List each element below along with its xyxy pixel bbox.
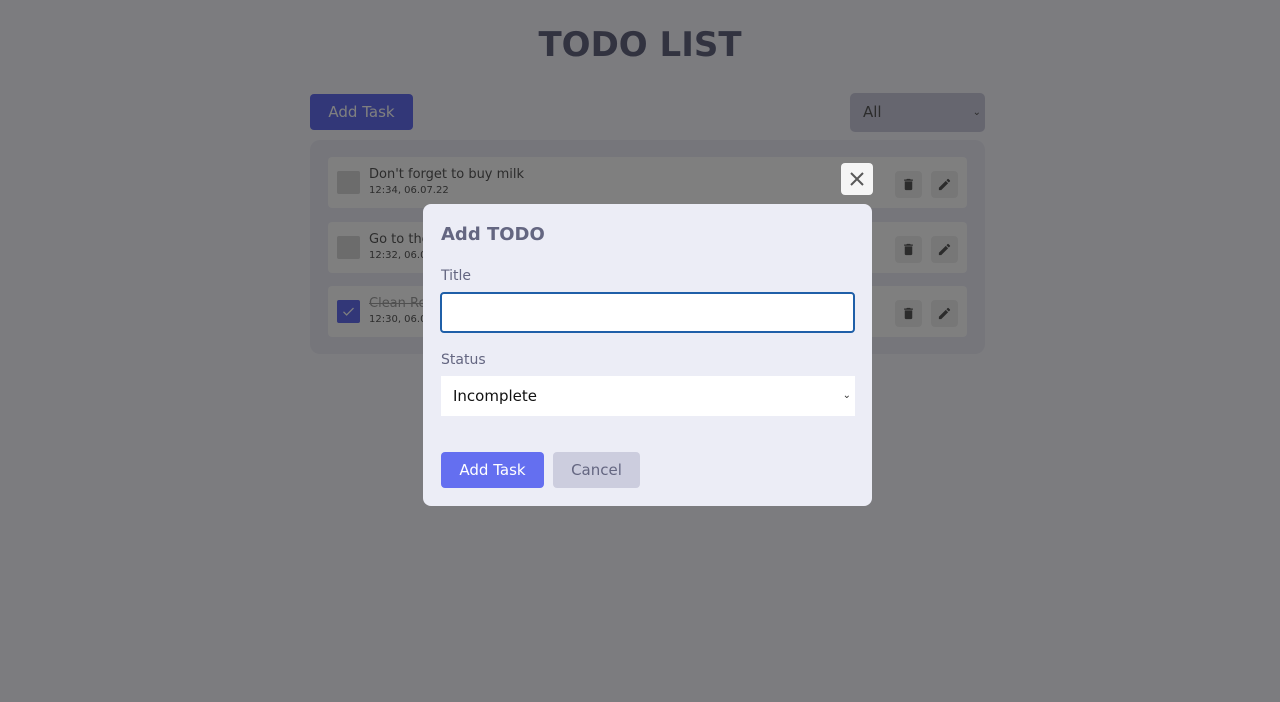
- close-icon: [850, 172, 864, 186]
- modal-close-button[interactable]: [841, 163, 873, 195]
- cancel-button[interactable]: Cancel: [553, 452, 640, 488]
- modal-title: Add TODO: [441, 224, 545, 245]
- title-input[interactable]: [440, 292, 855, 333]
- status-selected-value: Incomplete: [453, 387, 537, 405]
- submit-add-task-button[interactable]: Add Task: [441, 452, 544, 488]
- status-label: Status: [441, 352, 486, 368]
- chevron-down-icon: ⌄: [842, 390, 851, 401]
- status-select[interactable]: Incomplete ⌄: [441, 376, 855, 416]
- add-todo-modal: Add TODO Title Status Incomplete ⌄ Add T…: [423, 204, 872, 506]
- title-label: Title: [441, 268, 472, 284]
